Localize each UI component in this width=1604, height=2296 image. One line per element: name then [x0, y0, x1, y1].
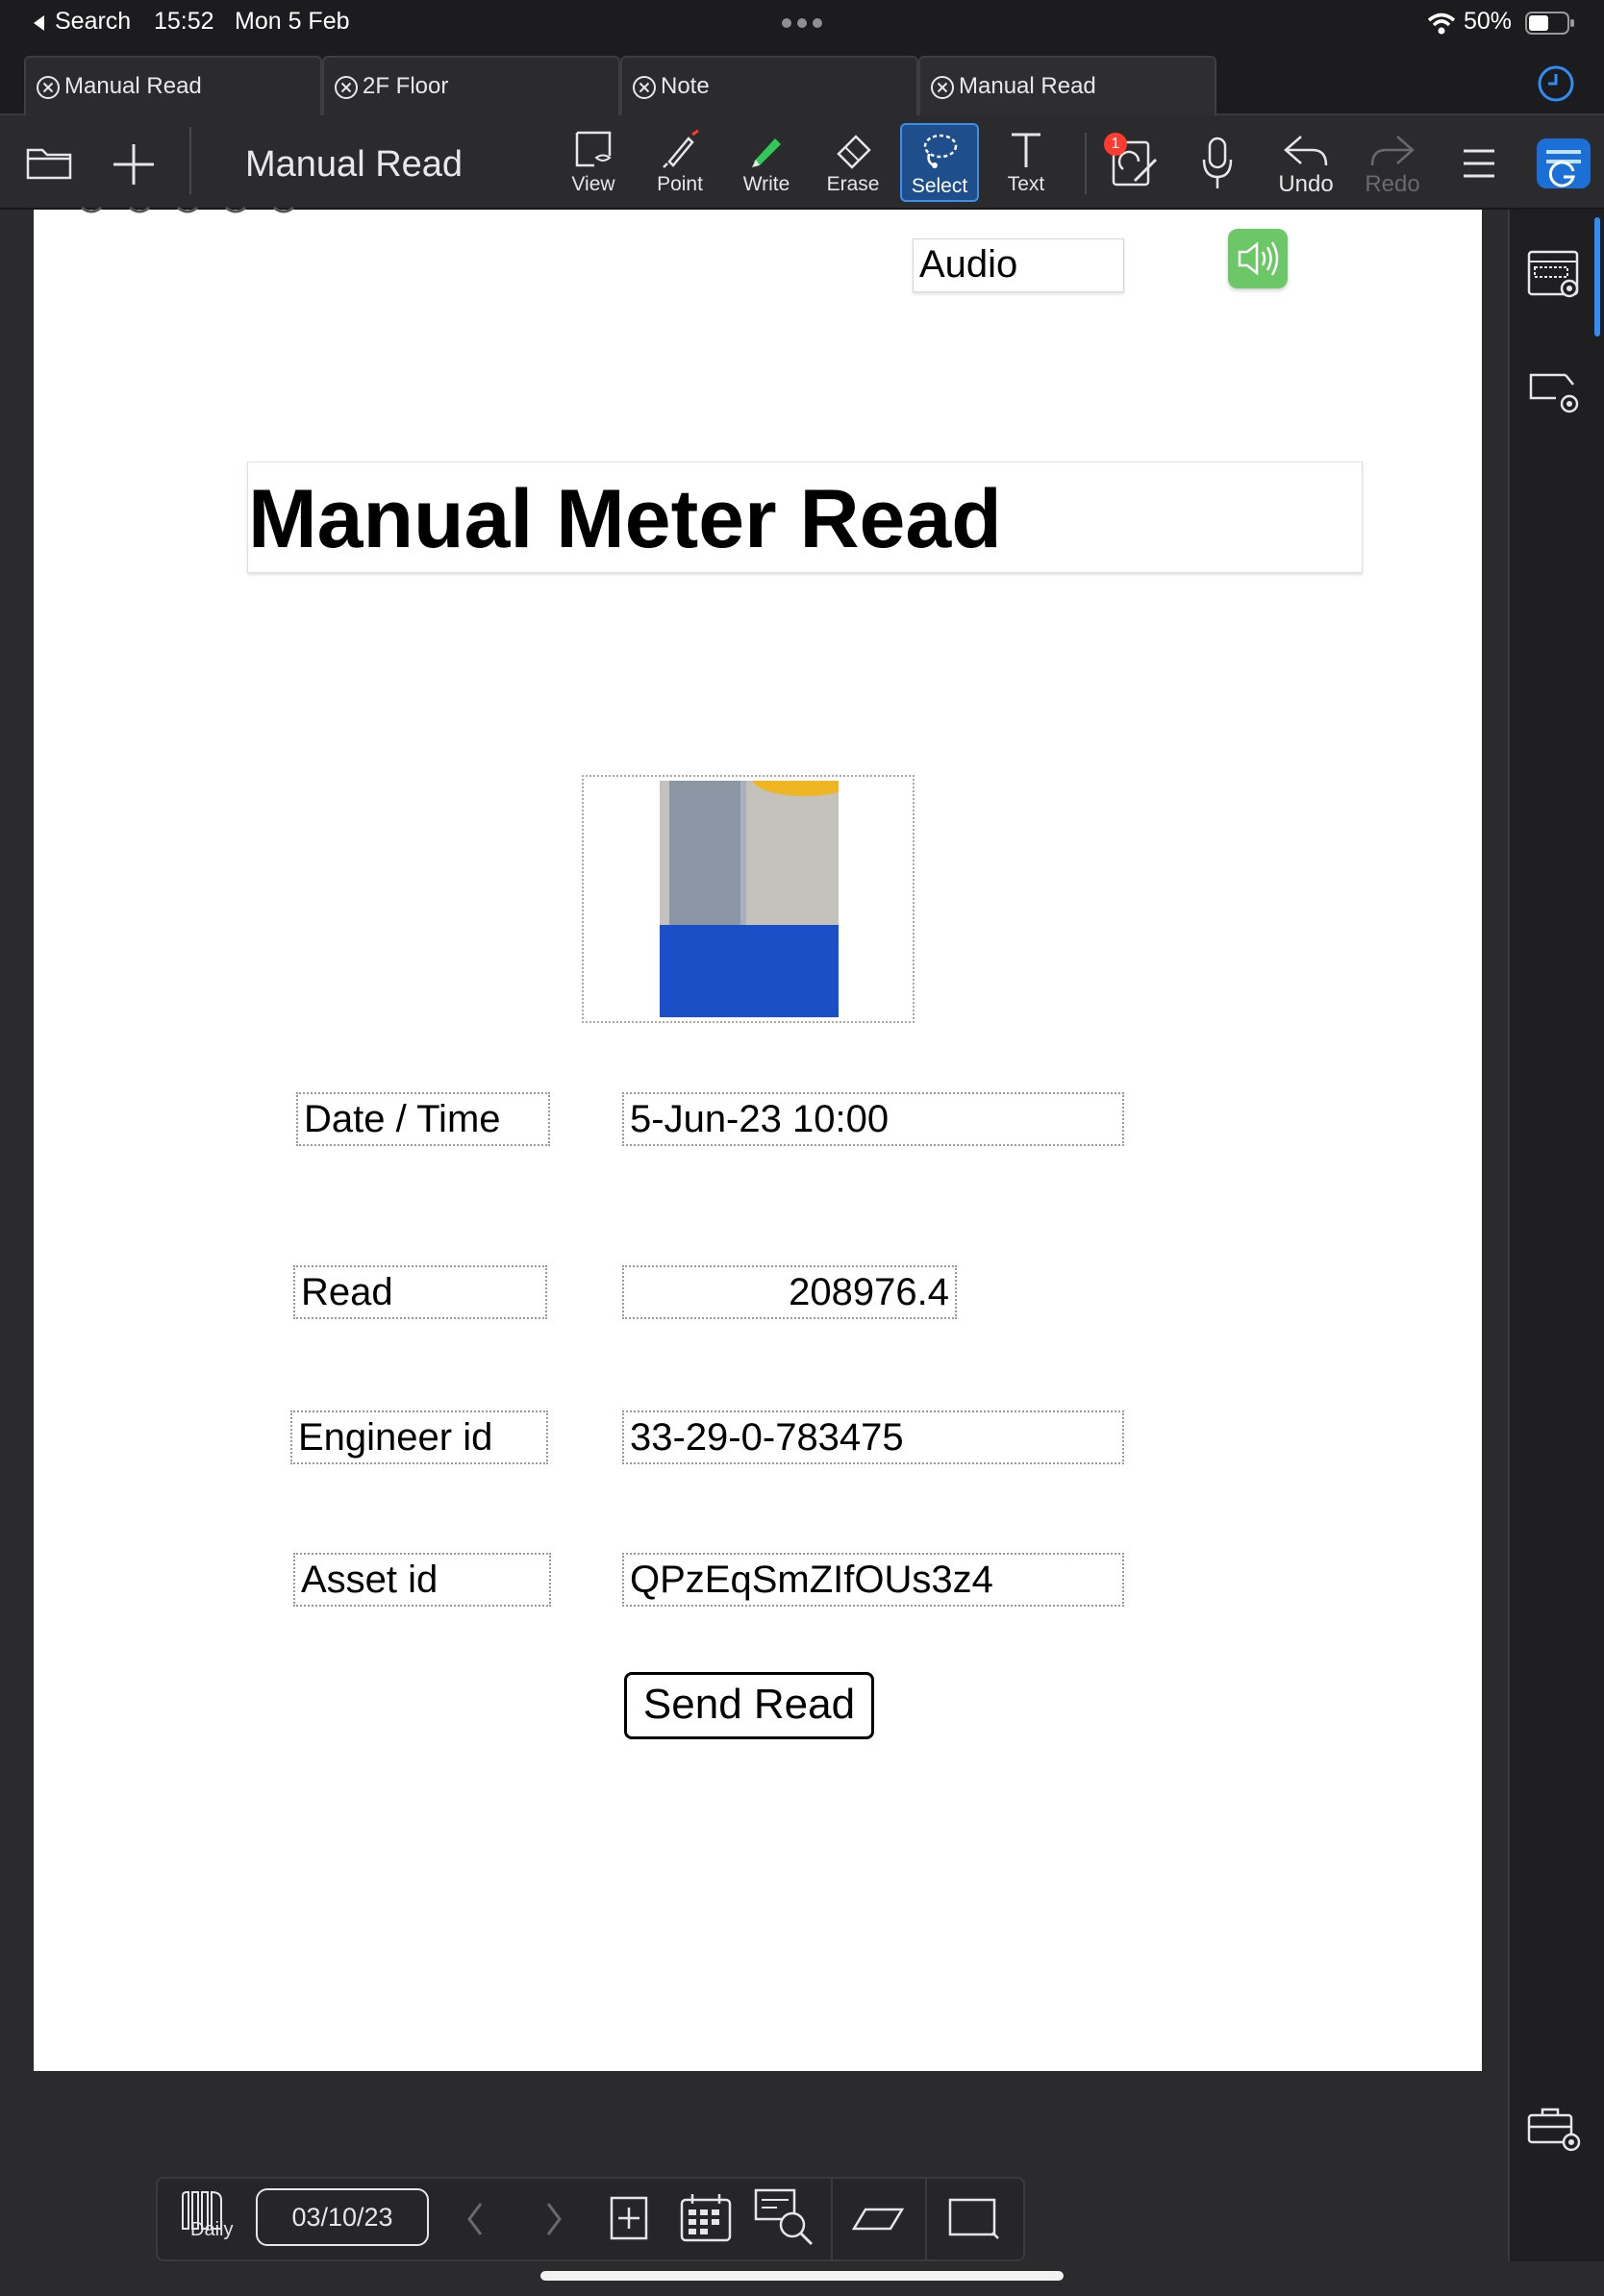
- back-to-search[interactable]: Search: [55, 8, 131, 36]
- tool-view-button[interactable]: View: [553, 123, 634, 202]
- asset-id-label: Asset id: [293, 1553, 551, 1607]
- history-clock-icon[interactable]: [1537, 64, 1575, 103]
- previous-page-icon[interactable]: [465, 2202, 485, 2236]
- microphone-icon[interactable]: [1200, 137, 1235, 190]
- wifi-icon: [1427, 12, 1456, 35]
- folder-icon[interactable]: [25, 142, 73, 181]
- daily-label: Daily: [190, 2219, 234, 2240]
- lasso-select-icon: [923, 134, 958, 168]
- document-title: Manual Read: [245, 144, 464, 185]
- home-indicator[interactable]: [540, 2271, 1064, 2281]
- tab-2f-floor[interactable]: 2F Floor: [322, 56, 620, 115]
- tab-label: Note: [661, 73, 710, 99]
- search-pages-icon[interactable]: [754, 2188, 815, 2246]
- meter-photo-frame[interactable]: [582, 775, 915, 1023]
- close-tab-icon[interactable]: [930, 75, 955, 100]
- title-box[interactable]: Manual Meter Read: [247, 462, 1363, 573]
- toolbar-divider: [1085, 133, 1087, 194]
- status-time: 15:52: [154, 8, 214, 35]
- add-page-icon[interactable]: [112, 142, 156, 187]
- tab-manual-read-active[interactable]: Manual Read: [918, 56, 1216, 115]
- tab-manual-read-1[interactable]: Manual Read: [24, 56, 322, 115]
- next-page-icon[interactable]: [544, 2202, 564, 2236]
- send-read-button[interactable]: Send Read: [624, 1672, 874, 1739]
- speaker-icon: [1238, 241, 1279, 276]
- tab-label: Manual Read: [64, 73, 202, 99]
- page-title: Manual Meter Read: [248, 473, 1002, 565]
- battery-icon: [1525, 12, 1575, 35]
- eraser-icon: [837, 135, 871, 169]
- view-icon: [575, 131, 612, 167]
- toolbox-settings-icon[interactable]: [1525, 2104, 1583, 2156]
- daily-planner-button[interactable]: Daily: [179, 2190, 238, 2250]
- notebook-page[interactable]: Audio Manual Meter Read Date / Time 5-Ju…: [34, 206, 1482, 2071]
- redo-icon: [1370, 136, 1415, 166]
- audio-label: Audio: [913, 238, 1124, 292]
- toolbar-divider: [189, 127, 191, 194]
- audio-play-button[interactable]: [1228, 229, 1288, 288]
- close-tab-icon[interactable]: [334, 75, 359, 100]
- battery-percent: 50%: [1464, 8, 1513, 35]
- tab-label: Manual Read: [959, 73, 1096, 99]
- laser-pointer-icon: [663, 129, 699, 168]
- close-tab-icon[interactable]: [632, 75, 657, 100]
- app-logo-icon: [1546, 150, 1581, 187]
- add-page-box-icon[interactable]: [610, 2196, 648, 2240]
- tool-erase-button[interactable]: Erase: [813, 123, 893, 202]
- notification-badge: 1: [1104, 133, 1127, 156]
- paper-layout-icon[interactable]: [852, 2208, 904, 2231]
- undo-icon: [1284, 136, 1328, 166]
- tab-label: 2F Floor: [363, 73, 449, 99]
- calendar-icon[interactable]: [679, 2192, 733, 2244]
- date-picker-button[interactable]: 03/10/23: [256, 2188, 429, 2246]
- scroll-indicator[interactable]: [1594, 217, 1600, 337]
- pen-icon: [752, 138, 781, 167]
- multitasking-dots-icon[interactable]: [781, 17, 823, 29]
- undo-button[interactable]: Undo: [1267, 131, 1344, 200]
- redo-button[interactable]: Redo: [1354, 131, 1431, 200]
- menu-icon[interactable]: [1462, 148, 1496, 179]
- bottom-bar-divider: [831, 2179, 833, 2259]
- bottom-bar-divider: [925, 2179, 927, 2259]
- engineer-id-label: Engineer id: [290, 1410, 548, 1464]
- right-sidebar: [1508, 210, 1604, 2261]
- clipped-handwriting: [72, 204, 303, 217]
- page-view-icon[interactable]: [948, 2198, 1000, 2240]
- sync-edit-button[interactable]: 1: [1104, 133, 1162, 194]
- status-date: Mon 5 Feb: [235, 8, 350, 35]
- tab-note[interactable]: Note: [620, 56, 918, 115]
- screen-settings-icon[interactable]: [1527, 371, 1581, 419]
- text-icon: [1012, 133, 1040, 167]
- tool-write-button[interactable]: Write: [726, 123, 807, 202]
- date-time-field[interactable]: 5-Jun-23 10:00: [622, 1092, 1124, 1146]
- asset-id-field[interactable]: QPzEqSmZIfOUs3z4: [622, 1553, 1124, 1607]
- back-arrow-icon[interactable]: [31, 13, 46, 33]
- tool-select-button[interactable]: Select: [900, 123, 979, 202]
- tool-text-button[interactable]: Text: [986, 123, 1066, 202]
- date-time-label: Date / Time: [296, 1092, 550, 1146]
- meter-photo: [660, 781, 839, 1017]
- engineer-id-field[interactable]: 33-29-0-783475: [622, 1410, 1124, 1464]
- close-tab-icon[interactable]: [36, 75, 61, 100]
- read-label: Read: [293, 1265, 547, 1319]
- page-layout-settings-icon[interactable]: [1527, 248, 1581, 302]
- tool-point-button[interactable]: Point: [639, 123, 720, 202]
- app-icon-button[interactable]: [1537, 138, 1591, 188]
- read-value-field[interactable]: 208976.4: [622, 1265, 957, 1319]
